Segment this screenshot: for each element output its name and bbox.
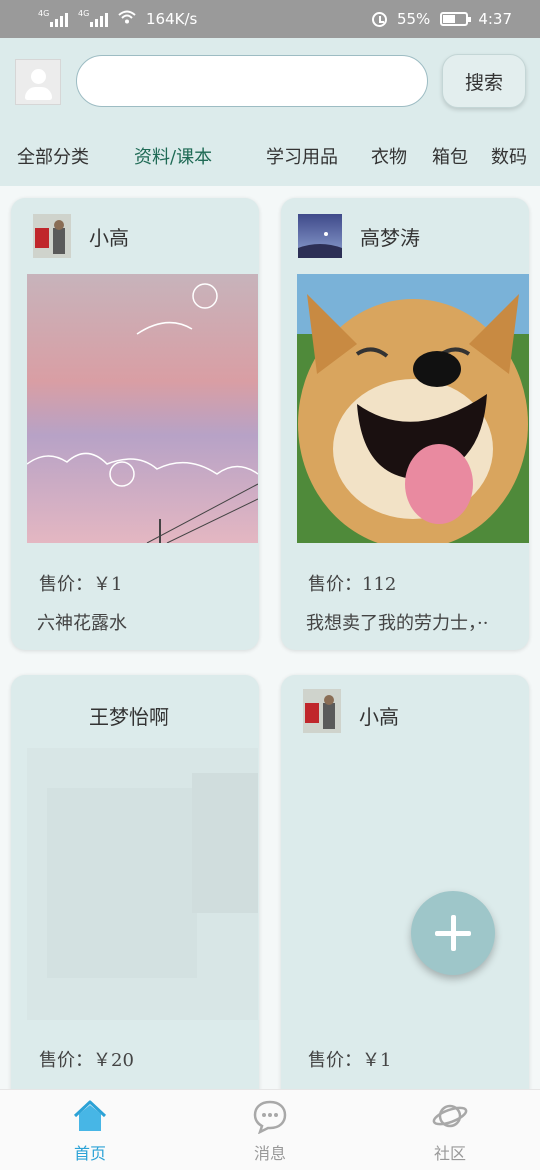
product-card[interactable]: 小高 售价：￥1 六神花露水 — [11, 198, 259, 650]
status-right: 55% 4:37 — [371, 10, 512, 28]
nav-label: 社区 — [433, 1144, 466, 1163]
status-left: 4G 4G 164K/s — [38, 9, 198, 28]
add-item-button[interactable] — [411, 891, 495, 975]
user-avatar[interactable] — [15, 59, 61, 105]
search-input[interactable] — [76, 55, 428, 107]
product-card[interactable]: 王梦怡啊 售价：￥20 — [11, 675, 259, 1105]
nav-label: 消息 — [253, 1144, 286, 1163]
seller-name: 高梦涛 — [360, 226, 420, 250]
plus-icon — [451, 915, 456, 951]
bottom-nav: 首页 消息 社区 — [0, 1089, 540, 1170]
category-tabs: 全部分类 资料/课本 学习用品 衣物 箱包 数码 — [0, 143, 540, 173]
product-description: 六神花露水 — [37, 613, 127, 634]
battery-icon — [440, 12, 472, 26]
tab-materials-textbooks[interactable]: 资料/课本 — [134, 143, 212, 169]
clock: 4:37 — [478, 10, 512, 28]
alarm-icon — [371, 11, 387, 27]
seller-avatar — [303, 689, 341, 733]
seller-name: 王梦怡啊 — [89, 705, 169, 729]
shiba-dog-image — [297, 274, 529, 543]
product-image[interactable] — [27, 274, 258, 543]
seller-avatar — [298, 214, 342, 258]
home-icon — [73, 1100, 107, 1131]
product-description: 我想卖了我的劳力士，·· — [306, 613, 489, 634]
avatar-body-icon — [25, 87, 52, 100]
tab-digital[interactable]: 数码 — [491, 143, 527, 169]
header: 搜索 全部分类 资料/课本 学习用品 衣物 箱包 数码 — [0, 38, 540, 186]
status-bar: 4G 4G 164K/s 55% 4:37 — [0, 0, 540, 38]
planet-icon — [432, 1104, 468, 1128]
signal-icon: 4G — [78, 9, 108, 27]
product-card[interactable]: 高梦涛 售价：112 我想卖了我的劳力士，·· — [281, 198, 529, 650]
sunset-sky-image — [27, 274, 258, 543]
product-image[interactable] — [27, 748, 258, 1020]
seller-avatar — [33, 214, 71, 258]
price: 售价：￥1 — [308, 1050, 392, 1071]
product-card[interactable]: 小高 售价：￥1 — [281, 675, 529, 1105]
seller-name: 小高 — [89, 226, 129, 250]
nav-item-home[interactable]: 首页 — [30, 1090, 150, 1170]
avatar-head-icon — [31, 69, 46, 84]
tab-study-supplies[interactable]: 学习用品 — [266, 143, 338, 169]
tab-clothing[interactable]: 衣物 — [371, 143, 407, 169]
price: 售价：￥20 — [39, 1050, 134, 1071]
search-button[interactable]: 搜索 — [442, 54, 526, 108]
faded-product-image — [27, 748, 258, 1020]
nav-label: 首页 — [73, 1144, 106, 1163]
nav-item-community[interactable]: 社区 — [390, 1090, 510, 1170]
price: 售价：￥1 — [39, 574, 123, 595]
product-image[interactable] — [297, 274, 529, 543]
seller-name: 小高 — [359, 705, 399, 729]
battery-percent: 55% — [396, 10, 431, 28]
wifi-icon — [118, 10, 136, 28]
tab-all-categories[interactable]: 全部分类 — [17, 143, 89, 169]
signal-icon: 4G — [38, 9, 68, 27]
network-speed: 164K/s — [146, 10, 198, 28]
network-type-label: 4G — [38, 9, 50, 18]
nav-item-messages[interactable]: 消息 — [210, 1090, 330, 1170]
network-type-label: 4G — [78, 9, 90, 18]
price: 售价：112 — [308, 574, 397, 595]
tab-bags[interactable]: 箱包 — [432, 143, 468, 169]
chat-icon — [253, 1100, 287, 1134]
